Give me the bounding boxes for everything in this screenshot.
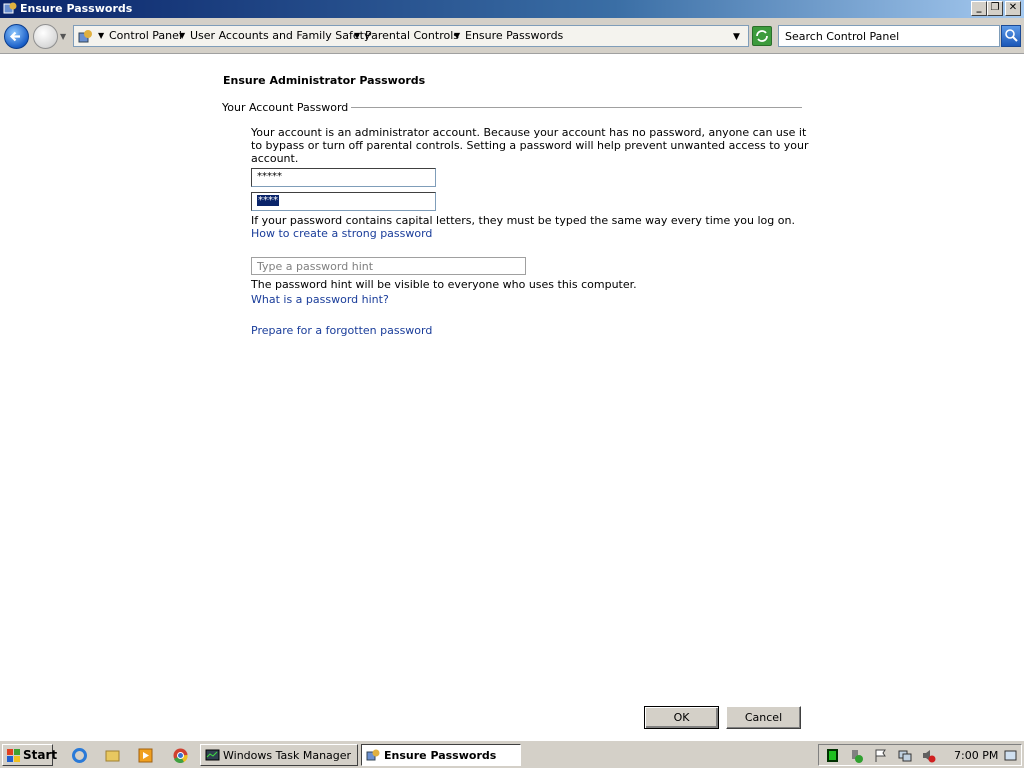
- forward-button[interactable]: [33, 24, 58, 49]
- network-icon[interactable]: [897, 748, 912, 763]
- group-label: Your Account Password: [222, 101, 352, 114]
- folder-icon[interactable]: [104, 747, 121, 764]
- task-ensure-passwords[interactable]: Ensure Passwords: [361, 744, 521, 766]
- breadcrumb-control-panel[interactable]: Control Panel: [109, 29, 182, 42]
- title-bar[interactable]: Ensure Passwords _ ❐ ✕: [0, 0, 1024, 18]
- start-button[interactable]: Start: [2, 744, 57, 766]
- address-dropdown-icon[interactable]: ▼: [733, 32, 740, 42]
- chevron-down-icon[interactable]: ▼: [179, 31, 185, 40]
- cancel-button[interactable]: Cancel: [726, 706, 801, 729]
- search-icon: [1005, 29, 1018, 42]
- back-arrow-icon: [9, 31, 20, 42]
- search-input[interactable]: Search Control Panel: [778, 25, 1000, 47]
- start-label: Start: [23, 748, 58, 762]
- forgotten-password-link[interactable]: Prepare for a forgotten password: [251, 324, 432, 337]
- action-center-flag-icon[interactable]: [873, 748, 888, 763]
- maximize-button[interactable]: ❐: [987, 1, 1003, 16]
- volume-muted-icon[interactable]: [921, 748, 936, 763]
- search-button[interactable]: [1001, 25, 1021, 47]
- hint-note: The password hint will be visible to eve…: [251, 278, 637, 291]
- performance-meter-icon[interactable]: [825, 748, 840, 763]
- control-panel-icon: [366, 749, 380, 761]
- account-description: Your account is an administrator account…: [251, 126, 809, 165]
- task-label: Windows Task Manager: [223, 749, 352, 762]
- window-title: Ensure Passwords: [20, 2, 133, 15]
- task-windows-task-manager[interactable]: Windows Task Manager: [200, 744, 358, 766]
- strong-password-link[interactable]: How to create a strong password: [251, 227, 432, 240]
- clock[interactable]: 7:00 PM: [954, 749, 998, 762]
- chrome-icon[interactable]: [172, 747, 189, 764]
- security-shield-icon[interactable]: [849, 748, 864, 763]
- system-tray: 7:00 PM: [818, 744, 1022, 766]
- refresh-icon: [756, 30, 768, 42]
- new-password-field[interactable]: *****: [251, 168, 436, 187]
- recent-pages-dropdown-icon[interactable]: ▼: [60, 32, 66, 41]
- taskbar: Start Windows Task Manager Ensure Passwo…: [0, 740, 1024, 768]
- refresh-button[interactable]: [752, 26, 772, 46]
- password-hint-input[interactable]: Type a password hint: [251, 257, 526, 275]
- breadcrumb-user-accounts[interactable]: User Accounts and Family Safety: [190, 29, 370, 42]
- chevron-down-icon[interactable]: ▼: [354, 31, 360, 40]
- control-panel-icon: [3, 2, 17, 14]
- breadcrumb-ensure-passwords[interactable]: Ensure Passwords: [465, 29, 563, 42]
- breadcrumb-parental-controls[interactable]: Parental Controls: [365, 29, 459, 42]
- close-button[interactable]: ✕: [1005, 1, 1021, 16]
- internet-explorer-icon[interactable]: [71, 747, 88, 764]
- task-label: Ensure Passwords: [384, 749, 497, 762]
- windows-logo-icon: [7, 749, 20, 762]
- ok-button[interactable]: OK: [644, 706, 719, 729]
- what-is-hint-link[interactable]: What is a password hint?: [251, 293, 389, 306]
- page-title: Ensure Administrator Passwords: [223, 74, 426, 87]
- task-manager-icon: [205, 749, 220, 761]
- caps-note: If your password contains capital letter…: [251, 214, 795, 227]
- navigation-bar: ▼ ▼ Control Panel ▼ User Accounts and Fa…: [0, 18, 1024, 54]
- back-button[interactable]: [4, 24, 29, 49]
- address-bar[interactable]: ▼ Control Panel ▼ User Accounts and Fami…: [73, 25, 749, 47]
- show-desktop-icon[interactable]: [1003, 748, 1018, 763]
- group-divider: [338, 107, 802, 108]
- control-panel-icon: [78, 30, 92, 43]
- media-player-icon[interactable]: [137, 747, 154, 764]
- chevron-down-icon[interactable]: ▼: [454, 31, 460, 40]
- chevron-down-icon[interactable]: ▼: [98, 31, 104, 40]
- minimize-button[interactable]: _: [971, 1, 987, 16]
- confirm-password-field[interactable]: ****: [251, 192, 436, 211]
- selected-text: ****: [257, 195, 279, 206]
